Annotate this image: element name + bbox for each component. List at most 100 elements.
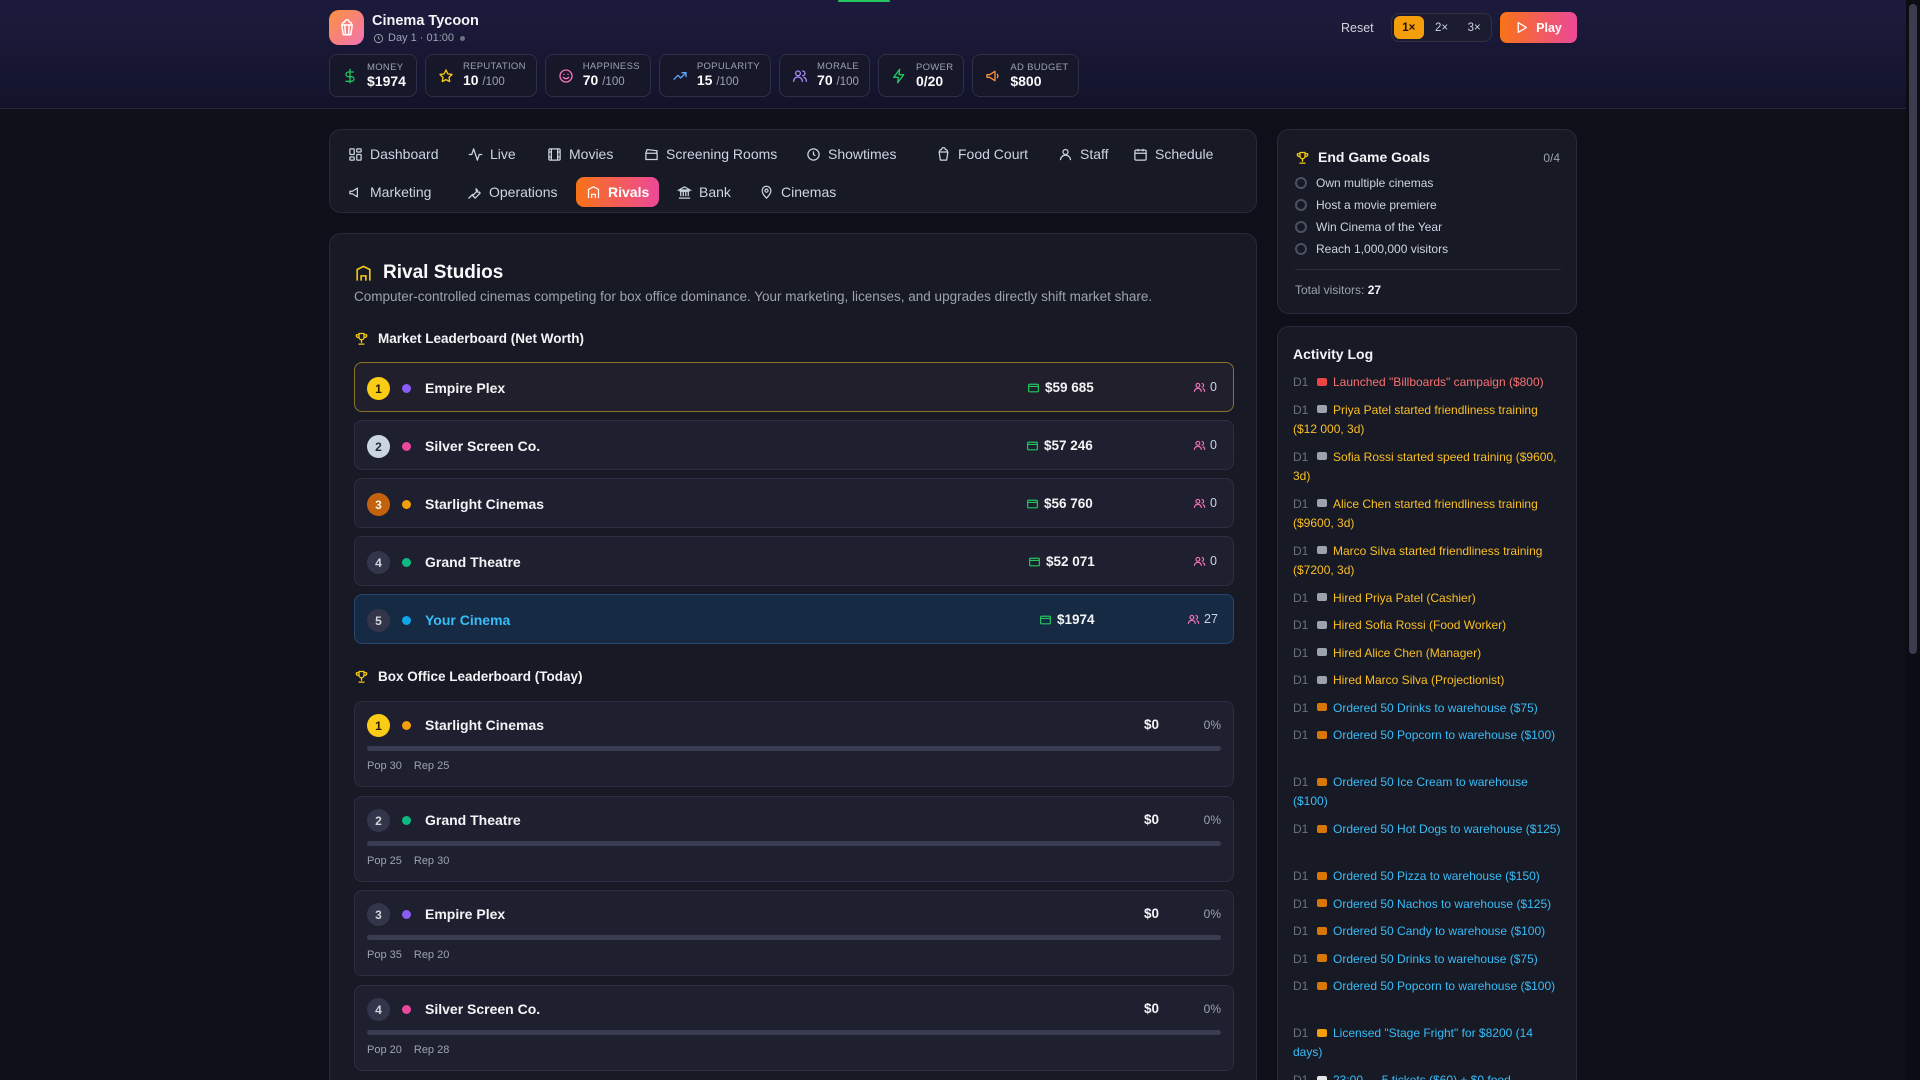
market-row[interactable]: 1 Empire Plex $59 685 0 [354,362,1234,412]
log-entry: D1 Ordered 50 Candy to warehouse ($100) [1293,922,1565,941]
goal-status-icon [1295,199,1307,211]
goal-label: Host a movie premiere [1316,198,1437,212]
tab-marketing[interactable]: Marketing [338,177,441,207]
net-worth: $57 246 [1026,438,1093,453]
rival-name: Starlight Cinemas [425,496,545,512]
rival-name: Grand Theatre [425,554,521,570]
scrollbar-thumb[interactable] [1909,4,1917,654]
revenue-amount: $0 [1143,812,1159,827]
box-office-row[interactable]: 2 Grand Theatre $0 0% Pop 25 Rep 30 [354,796,1234,882]
log-day: D1 [1293,775,1309,789]
rank-badge: 1 [367,377,390,400]
popularity-value: Pop 30 [367,760,402,772]
log-entry: D1 Ordered 50 Hot Dogs to warehouse ($125… [1293,820,1565,839]
top-accent-line [838,0,890,2]
log-entry: D1 Priya Patel started friendliness train… [1293,401,1565,439]
market-share-percent: 0% [1203,813,1221,827]
tab-showtimes[interactable]: Showtimes [796,139,906,169]
rival-name: Silver Screen Co. [425,1001,541,1017]
net-worth: $1974 [1039,612,1095,627]
stat-money: MONEY $1974 [329,54,417,97]
reputation-value: Rep 20 [413,949,450,961]
building-icon [587,185,600,198]
log-day: D1 [1293,645,1309,660]
goal-label: Own multiple cinemas [1316,176,1434,190]
box-office-row[interactable]: 1 Starlight Cinemas $0 0% Pop 30 Rep 25 [354,701,1234,787]
log-text: Launched "Billboards" campaign ($800) [1333,375,1544,389]
rival-metrics: Pop 35 Rep 20 [367,949,449,961]
box-office-heading-text: Box Office Leaderboard (Today) [378,669,583,684]
log-type-icon [1317,405,1327,414]
nav-tabs: Dashboard Live Movies Screening Rooms Sh… [329,129,1257,213]
net-worth-value: $56 760 [1044,496,1093,511]
trend-icon [673,71,687,80]
market-share-percent: 0% [1203,907,1221,921]
speed-3x-button[interactable]: 3× [1459,16,1489,39]
tab-label: Schedule [1155,146,1214,162]
tab-schedule[interactable]: Schedule [1123,139,1223,169]
log-type-icon [1317,1028,1327,1037]
rival-color-dot [402,910,411,919]
revenue-amount: $0 [1143,717,1159,732]
stat-value: 70 [817,72,833,88]
goal-status-icon [1295,177,1307,189]
stat-max: /100 [602,76,625,88]
market-row[interactable]: 2 Silver Screen Co. $57 246 0 [354,420,1234,470]
calendar-icon [1134,148,1147,161]
market-heading: Market Leaderboard (Net Worth) [354,331,584,346]
bolt-icon [892,68,905,83]
tab-rivals[interactable]: Rivals [576,177,660,207]
grid-icon [349,147,362,161]
speed-2x-button[interactable]: 2× [1427,16,1457,39]
tab-movies[interactable]: Movies [537,139,623,169]
log-text: Ordered 50 Popcorn to warehouse ($100) [1333,979,1556,993]
rival-name: Starlight Cinemas [425,717,545,733]
stat-max: /100 [482,76,505,88]
reset-button[interactable]: Reset [1341,21,1374,35]
log-text: 23:00 — 5 tickets ($60) + $0 food [1333,1073,1511,1080]
goal-item: Reach 1,000,000 visitors [1295,242,1448,256]
log-text: Hired Priya Patel (Cashier) [1333,590,1476,605]
stat-happiness: HAPPINESS 70 /100 [544,54,651,97]
wallet-icon [1029,557,1040,567]
stat-morale: MORALE 70 /100 [779,54,870,97]
goal-item: Win Cinema of the Year [1295,220,1442,234]
stat-label: POPULARITY [696,61,761,72]
stat-value: 15 [696,72,713,88]
film-icon [548,147,561,161]
rival-name: Your Cinema [425,612,511,628]
tab-food-court[interactable]: Food Court [926,139,1038,169]
market-heading-text: Market Leaderboard (Net Worth) [378,331,585,346]
market-row-your-cinema[interactable]: 5 Your Cinema $1974 27 [354,594,1234,644]
end-game-goals-panel: End Game Goals 0/4 Own multiple cinemas … [1277,129,1577,314]
market-row[interactable]: 4 Grand Theatre $52 071 0 [354,536,1234,586]
clock-icon [807,147,820,161]
log-entry: D1 Alice Chen started friendliness traini… [1293,495,1565,533]
box-office-row[interactable]: 4 Silver Screen Co. $0 0% Pop 20 Rep 28 [354,985,1234,1071]
goal-label: Win Cinema of the Year [1316,220,1443,234]
visitor-value: 27 [1204,612,1218,626]
tab-dashboard[interactable]: Dashboard [338,139,449,169]
users-icon [793,69,808,82]
tab-staff[interactable]: Staff [1048,139,1119,169]
popularity-value: Pop 20 [367,1044,402,1056]
section-description: Computer-controlled cinemas competing fo… [354,289,1153,304]
stat-label: POWER [915,62,954,73]
log-text: Licensed "Stage Fright" for $8200 (14 da… [1293,1026,1533,1059]
tab-live[interactable]: Live [458,139,526,169]
top-bar: Cinema Tycoon Day 1 · 01:00 MONEY $1974 R… [0,0,1920,109]
play-button[interactable]: Play [1500,12,1577,43]
speed-1x-button[interactable]: 1× [1394,16,1424,39]
total-visitors-label: Total visitors: [1295,283,1365,297]
page-scrollbar[interactable] [1906,0,1920,1080]
tab-cinemas[interactable]: Cinemas [749,177,846,207]
rival-metrics: Pop 30 Rep 25 [367,760,449,772]
box-office-row[interactable]: 3 Empire Plex $0 0% Pop 35 Rep 20 [354,890,1234,976]
market-row[interactable]: 3 Starlight Cinemas $56 760 0 [354,478,1234,528]
tab-operations[interactable]: Operations [457,177,567,207]
log-entry: D1 Ordered 50 Drinks to warehouse ($75) [1293,699,1565,718]
log-type-icon [1317,954,1327,963]
tab-screening-rooms[interactable]: Screening Rooms [634,139,787,169]
log-day: D1 [1293,822,1309,836]
tab-bank[interactable]: Bank [667,177,741,207]
